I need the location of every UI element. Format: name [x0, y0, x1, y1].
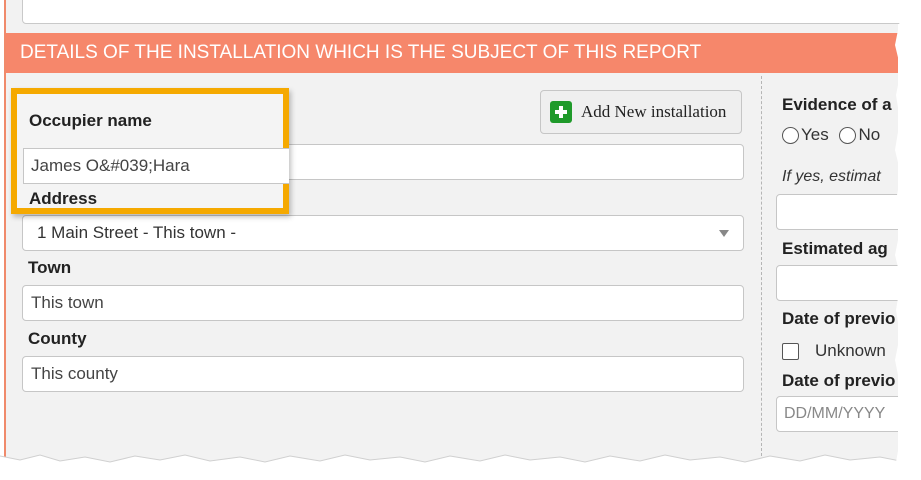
occupier-name-value: James O&#039;Hara: [31, 156, 190, 175]
unknown-checkbox[interactable]: [782, 343, 799, 361]
address-label: Address: [29, 189, 98, 208]
if-yes-input[interactable]: [776, 194, 898, 230]
radio-yes[interactable]: [782, 127, 799, 145]
occupier-name-label: Occupier name: [29, 111, 152, 130]
evidence-column: Evidence of a Yes No If yes, estimat Est…: [766, 73, 898, 463]
unknown-label: Unknown: [815, 341, 886, 360]
add-new-installation-button[interactable]: Add New installation: [540, 90, 742, 134]
report-form: DETAILS OF THE INSTALLATION WHICH IS THE…: [4, 0, 904, 463]
date-previous-label: Date of previo: [782, 309, 896, 328]
date-previous-input[interactable]: DD/MM/YYYY: [776, 396, 898, 432]
radio-no-label: No: [858, 125, 881, 144]
torn-paper-edge: [0, 448, 921, 480]
torn-right-edge: [895, 0, 921, 462]
plus-icon: [550, 101, 572, 123]
date-previous-label-2: Date of previo: [782, 371, 896, 390]
estimated-age-label: Estimated ag: [782, 239, 888, 258]
address-selected-value: 1 Main Street - This town -: [37, 223, 237, 242]
county-input[interactable]: This county: [22, 356, 744, 392]
unknown-checkbox-row: Unknown: [782, 341, 886, 361]
occupier-name-value-box[interactable]: James O&#039;Hara: [23, 148, 289, 184]
previous-field[interactable]: [22, 0, 904, 24]
town-label: Town: [28, 258, 72, 277]
date-placeholder: DD/MM/YYYY: [784, 405, 886, 422]
section-title: DETAILS OF THE INSTALLATION WHICH IS THE…: [20, 42, 702, 63]
section-header: DETAILS OF THE INSTALLATION WHICH IS THE…: [6, 33, 898, 73]
column-divider: [761, 76, 762, 456]
radio-no[interactable]: [839, 127, 857, 145]
if-yes-text: If yes, estimat: [782, 168, 881, 185]
evidence-radio-group: Yes No: [782, 125, 880, 145]
county-value: This county: [31, 364, 118, 383]
county-label: County: [28, 329, 87, 348]
installation-details-column: Add New installation 1 Main Street - Thi…: [6, 73, 760, 463]
occupier-highlight-box: Occupier name James O&#039;Hara Address: [11, 88, 289, 214]
radio-yes-label: Yes: [801, 125, 829, 144]
chevron-down-icon: [719, 230, 729, 237]
evidence-label: Evidence of a: [782, 95, 892, 114]
address-select[interactable]: 1 Main Street - This town -: [22, 215, 744, 251]
town-value: This town: [31, 293, 104, 312]
estimated-age-input[interactable]: [776, 265, 898, 301]
town-input[interactable]: This town: [22, 285, 744, 321]
add-new-installation-label: Add New installation: [581, 102, 727, 121]
